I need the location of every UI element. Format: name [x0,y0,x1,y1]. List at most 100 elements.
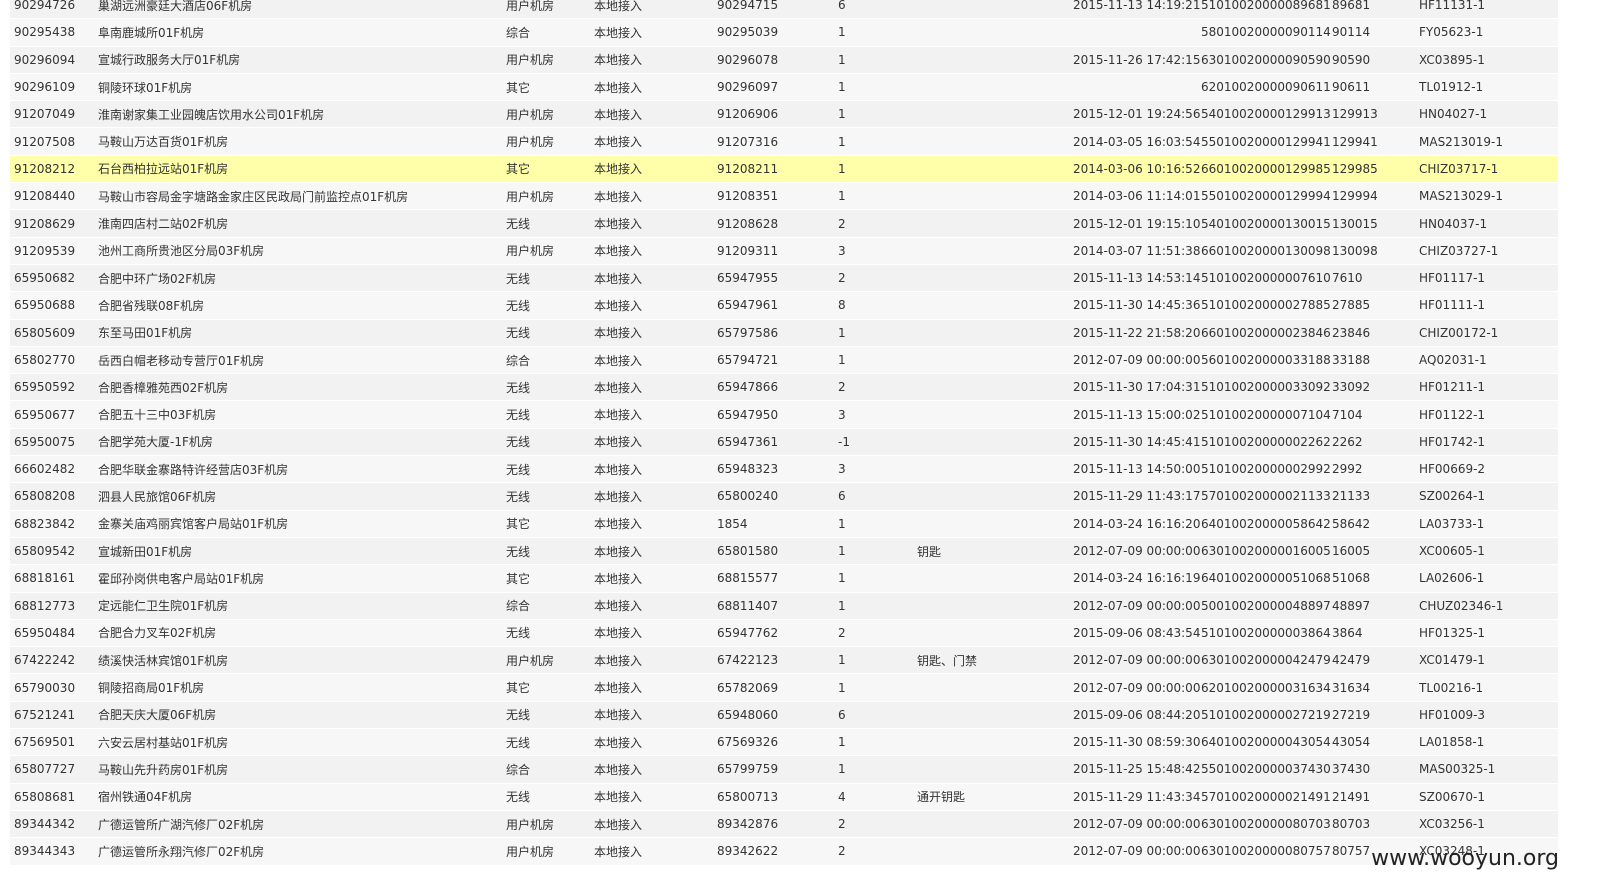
table-row[interactable]: 89344343 广德运管所永翔汽修厂02F机房 用户机房 本地接入 89342622 2… [10,838,1558,866]
table-cell: 本地接入 [594,244,643,259]
table-row[interactable]: 90294726 巢湖远洲豪廷大酒店06F机房 用户机房 本地接入 90294715 6 2… [10,0,1558,20]
table-cell: 阜南鹿城所01F机房 [98,25,205,40]
table-cell: 马鞍山市容局金字塘路金家庄区民政局门前监控点01F机房 [98,189,409,204]
table-row[interactable]: 65808208 泗县人民旅馆06F机房 无线 本地接入 65800240 6 2015-1… [10,483,1558,511]
table-cell: AQ02031-1 [1419,353,1487,367]
table-row[interactable]: 90296109 铜陵环球01F机房 其它 本地接入 90296097 1 62010020… [10,73,1558,102]
table-cell: 合肥合力叉车02F机房 [98,626,217,641]
table-cell: 67569501 [14,735,76,750]
table-cell: 129994 [1332,189,1378,204]
table-cell: 89342876 [717,817,779,832]
table-row[interactable]: 67569501 六安云居村基站01F机房 无线 本地接入 67569326 1 2015-… [10,729,1558,757]
table-cell: 23846 [1332,325,1371,340]
table-cell: -1 [838,434,850,449]
table-cell: XC00605-1 [1419,544,1485,559]
table-cell: 2015-11-29 11:43:34 [1073,789,1201,804]
table-cell: 3 [838,243,846,258]
table-cell: 六安云居村基站01F机房 [98,735,229,750]
table-cell: 本地接入 [594,517,643,532]
table-row[interactable]: 91207508 马鞍山万达百货01F机房 用户机房 本地接入 91207316 1 201… [10,128,1558,156]
table-cell: 2015-11-30 17:04:31 [1073,380,1201,395]
table-row[interactable]: 90296094 宣城行政服务大厅01F机房 用户机房 本地接入 90296078 1 20… [10,46,1558,74]
table-row[interactable]: 91208629 淮南四店村二站02F机房 无线 本地接入 91208628 2 2015-… [10,210,1558,238]
table-cell: 2012-07-09 00:00:00 [1073,817,1201,832]
table-row[interactable]: 89344342 广德运管所广湖汽修厂02F机房 用户机房 本地接入 89342876 2… [10,810,1558,839]
table-row[interactable]: 91207049 淮南谢家集工业园魄店饮用水公司01F机房 用户机房 本地接入 9120… [10,101,1558,129]
table-row[interactable]: 65805609 东至马田01F机房 无线 本地接入 65797586 1 2015-11-… [10,319,1558,347]
table-row[interactable]: 65950682 合肥中环广场02F机房 无线 本地接入 65947955 2 2015-1… [10,264,1558,293]
table-row[interactable]: 91208212 石台西柏拉远站01F机房 其它 本地接入 91208211 1 2014-… [10,155,1558,184]
table-cell: 2 [838,216,846,231]
table-row[interactable]: 91208440 马鞍山市容局金字塘路金家庄区民政局门前监控点01F机房 用户机房 本… [10,183,1558,211]
table-cell: 1854 [717,516,748,531]
data-table: 90294726 巢湖远洲豪廷大酒店06F机房 用户机房 本地接入 90294715 6 2… [10,0,1558,866]
table-cell: 90296078 [717,52,779,67]
table-row[interactable]: 91209539 池州工商所贵池区分局03F机房 用户机房 本地接入 91209311 3… [10,237,1558,265]
table-row[interactable]: 65950075 合肥学苑大厦-1F机房 无线 本地接入 65947361 -1 2015-… [10,428,1558,457]
table-cell: 宣城行政服务大厅01F机房 [98,53,241,68]
table-cell: 67422123 [717,653,779,668]
table-cell: 本地接入 [594,353,643,368]
table-cell: 64010020000043054 [1201,735,1331,750]
table-cell: 无线 [506,626,531,641]
table-cell: 本地接入 [594,380,643,395]
table-cell: 2012-07-09 00:00:00 [1073,598,1201,613]
table-row[interactable]: 65809542 宣城新田01F机房 无线 本地接入 65801580 1 钥匙 2012-0… [10,537,1558,566]
table-cell: CHUZ02346-1 [1419,598,1504,613]
table-cell: LA01858-1 [1419,735,1485,750]
table-cell: 本地接入 [594,162,643,177]
table-cell: 65807727 [14,762,76,777]
table-cell: 2012-07-09 00:00:00 [1073,544,1201,559]
table-cell: LA03733-1 [1419,516,1485,531]
table-row[interactable]: 65808681 宿州铁通04F机房 无线 本地接入 65800713 4 通开钥匙 2015… [10,783,1558,811]
table-cell: 51010020000089681 [1201,0,1331,13]
table-cell: 65947762 [717,625,779,640]
table-cell: HF01325-1 [1419,625,1486,640]
table-cell: 合肥香樟雅苑西02F机房 [98,380,229,395]
table-row[interactable]: 68818161 霍邱孙岗供电客户局站01F机房 其它 本地接入 68815577 1 20… [10,565,1558,593]
table-cell: 66010020000023846 [1201,325,1331,340]
table-cell: 2014-03-24 16:16:20 [1073,516,1201,531]
table-cell: 33092 [1332,380,1371,395]
table-cell: 64010020000051068 [1201,571,1331,586]
table-row[interactable]: 65950688 合肥省残联08F机房 无线 本地接入 65947961 8 2015-11… [10,292,1558,320]
table-row[interactable]: 68812773 定远能仁卫生院01F机房 综合 本地接入 68811407 1 2012-… [10,592,1558,620]
table-row[interactable]: 65790030 铜陵招商局01F机房 其它 本地接入 65782069 1 2012-07… [10,674,1558,702]
table-row[interactable]: 65950484 合肥合力叉车02F机房 无线 本地接入 65947762 2 2015-0… [10,619,1558,648]
table-cell: 27219 [1332,707,1371,722]
table-cell: 本地接入 [594,0,643,13]
table-cell: 其它 [506,681,531,696]
table-row[interactable]: 68823842 金寨关庙鸡丽宾馆客户局站01F机房 其它 本地接入 1854 1 2014… [10,510,1558,538]
table-cell: 67521241 [14,707,76,722]
table-cell: 90114 [1332,25,1371,40]
table-cell: XC03895-1 [1419,52,1485,67]
table-cell: 64010020000058642 [1201,516,1331,531]
table-row[interactable]: 67422242 绩溪快活林宾馆01F机房 用户机房 本地接入 67422123 1 钥匙、… [10,647,1558,675]
table-cell: 91207316 [717,134,779,149]
table-row[interactable]: 65950592 合肥香樟雅苑西02F机房 无线 本地接入 65947866 2 2015-… [10,374,1558,402]
table-row[interactable]: 67521241 合肥天庆大厦06F机房 无线 本地接入 65948060 6 2015-0… [10,701,1558,730]
table-cell: 无线 [506,544,531,559]
table-cell: 合肥天庆大厦06F机房 [98,708,217,723]
table-row[interactable]: 65950677 合肥五十三中03F机房 无线 本地接入 65947950 3 2015-1… [10,401,1558,429]
table-cell: 1 [838,107,846,122]
table-row[interactable]: 65802770 岳西白帽老移动专营厅01F机房 综合 本地接入 65794721 1 20… [10,346,1558,375]
table-cell: 3864 [1332,625,1363,640]
table-cell: HF01117-1 [1419,271,1486,286]
table-cell: 综合 [506,599,531,614]
table-cell: MAS213019-1 [1419,134,1503,149]
table-cell: 90296097 [717,80,779,95]
table-cell: 57010020000021133 [1201,489,1331,504]
table-cell: 65797586 [717,325,779,340]
table-cell: LA02606-1 [1419,571,1485,586]
table-row[interactable]: 66602482 合肥华联金寨路特许经营店03F机房 无线 本地接入 65948323 3… [10,456,1558,484]
table-cell: 无线 [506,435,531,450]
table-cell: 89342622 [717,844,779,859]
table-cell: 本地接入 [594,762,643,777]
table-row[interactable]: 90295438 阜南鹿城所01F机房 综合 本地接入 90295039 1 5801002… [10,19,1558,47]
table-cell: 90294715 [717,0,779,13]
table-cell: 58642 [1332,516,1371,531]
table-cell: 本地接入 [594,599,643,614]
table-cell: 1 [838,544,846,559]
table-row[interactable]: 65807727 马鞍山先升药房01F机房 综合 本地接入 65799759 1 2015-… [10,756,1558,784]
